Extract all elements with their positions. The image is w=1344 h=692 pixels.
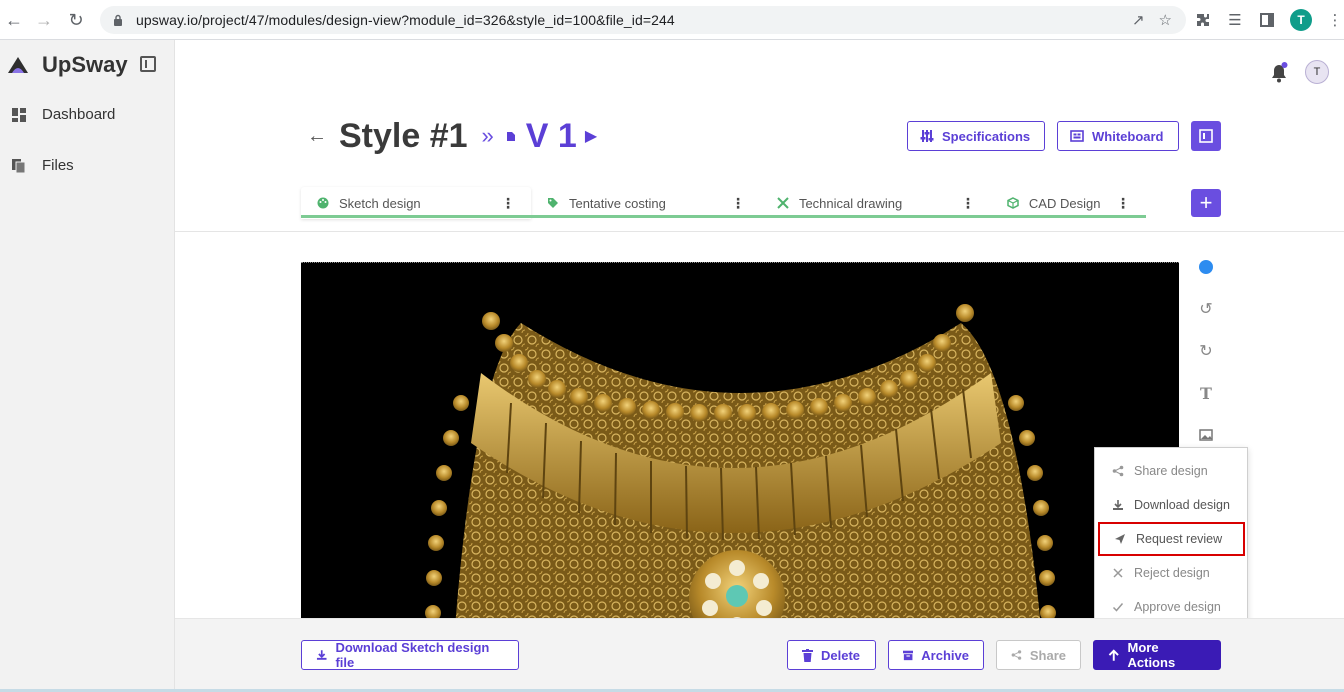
download-sketch-label: Download Sketch design file	[335, 640, 490, 670]
dashboard-icon	[12, 107, 26, 122]
notification-bell-icon[interactable]	[1269, 62, 1289, 84]
tab-label: CAD Design	[1028, 195, 1101, 211]
redo-icon[interactable]: ↻	[1197, 342, 1215, 360]
archive-label: Archive	[921, 647, 969, 663]
sidebar-item-dashboard[interactable]: Dashboard	[12, 106, 115, 123]
text-tool-icon[interactable]: T	[1197, 384, 1215, 403]
share-label: Share	[1029, 647, 1066, 663]
menu-item-label: Download design	[1134, 498, 1230, 512]
upsway-logo-icon	[8, 57, 28, 73]
lock-icon	[110, 12, 126, 28]
share-page-icon[interactable]: ↗	[1132, 11, 1145, 29]
media-queue-icon[interactable]: ☰	[1226, 11, 1244, 29]
whiteboard-icon	[1070, 130, 1084, 142]
bookmark-star-icon[interactable]: ☆	[1159, 11, 1172, 29]
tab-kebab-icon[interactable]: ⋮	[961, 195, 975, 211]
tab-label: Technical drawing	[798, 195, 903, 211]
panel-icon	[1199, 129, 1213, 143]
color-picker-icon[interactable]	[1197, 258, 1215, 276]
archive-button[interactable]: Archive	[888, 640, 984, 670]
collapse-sidebar-icon[interactable]	[140, 56, 156, 72]
menu-item-label: Share design	[1134, 464, 1208, 478]
menu-item-request-review[interactable]: Request review	[1098, 522, 1245, 556]
sidebar-item-label: Files	[42, 157, 74, 174]
version-title[interactable]: V 1	[526, 117, 577, 156]
necklace-image	[301, 263, 1179, 618]
x-icon	[1111, 567, 1124, 580]
whiteboard-label: Whiteboard	[1092, 128, 1164, 144]
sidebar-item-files[interactable]: Files	[12, 157, 74, 174]
archive-icon	[903, 650, 914, 661]
sliders-icon	[920, 130, 934, 142]
cube-icon	[1007, 197, 1019, 209]
delete-label: Delete	[821, 647, 861, 663]
breadcrumb: ← Style #1 » V 1 ▶	[307, 116, 597, 156]
more-actions-label: More Actions	[1127, 640, 1176, 670]
back-arrow-icon[interactable]: ←	[307, 125, 327, 148]
menu-item-label: Reject design	[1134, 566, 1210, 580]
undo-icon[interactable]: ↺	[1197, 300, 1215, 318]
menu-item-label: Request review	[1136, 532, 1223, 546]
download-icon	[316, 650, 327, 660]
tab-kebab-icon[interactable]: ⋮	[1116, 195, 1130, 211]
more-actions-menu: Share design Download design Request rev…	[1094, 447, 1248, 631]
divider	[175, 231, 1344, 232]
palette-icon	[317, 197, 329, 209]
back-icon[interactable]: ←	[0, 6, 28, 34]
specifications-label: Specifications	[942, 128, 1031, 144]
browser-menu-icon[interactable]: ⋮	[1326, 11, 1344, 29]
address-bar[interactable]: upsway.io/project/47/modules/design-view…	[100, 6, 1186, 34]
add-tab-button[interactable]: +	[1191, 189, 1221, 217]
color-dot	[1199, 260, 1213, 274]
drafting-icon	[777, 197, 789, 209]
design-canvas[interactable]	[301, 262, 1179, 618]
tab-kebab-icon[interactable]: ⋮	[501, 195, 515, 211]
sidebar-item-label: Dashboard	[42, 106, 116, 123]
main-content: T ← Style #1 » V 1 ▶ Specifications Whit…	[175, 40, 1344, 692]
url-text: upsway.io/project/47/modules/design-view…	[136, 12, 675, 28]
app-logo[interactable]: UpSway	[6, 52, 128, 78]
tab-underline	[301, 215, 1146, 218]
tab-kebab-icon[interactable]: ⋮	[731, 195, 745, 211]
tab-label: Sketch design	[339, 195, 421, 211]
whiteboard-button[interactable]: Whiteboard	[1057, 121, 1179, 151]
tab-label: Tentative costing	[568, 195, 666, 211]
more-actions-button[interactable]: More Actions	[1093, 640, 1221, 670]
version-file-icon	[506, 132, 515, 141]
sidebar: UpSway Dashboard Files	[0, 40, 175, 692]
page-title: Style #1	[339, 116, 468, 155]
check-icon	[1111, 601, 1124, 614]
caret-right-icon[interactable]: ▶	[585, 126, 597, 146]
toggle-panel-button[interactable]	[1191, 121, 1221, 151]
browser-profile-avatar[interactable]: T	[1290, 9, 1312, 31]
extensions-icon[interactable]	[1194, 11, 1212, 29]
menu-item-download-design[interactable]: Download design	[1095, 488, 1249, 522]
plus-icon: +	[1199, 190, 1213, 215]
reload-icon[interactable]: ↻	[62, 6, 90, 34]
menu-item-reject-design[interactable]: Reject design	[1095, 556, 1249, 590]
tag-icon	[547, 198, 558, 208]
send-icon	[1113, 533, 1126, 546]
image-tool-icon[interactable]	[1197, 426, 1215, 444]
double-chevron-icon: »	[481, 123, 494, 148]
share-button[interactable]: Share	[996, 640, 1081, 670]
share-icon	[1011, 650, 1022, 660]
user-avatar[interactable]: T	[1305, 60, 1329, 84]
bottom-action-bar: Download Sketch design file Delete Archi…	[175, 618, 1344, 692]
share-icon	[1111, 465, 1124, 478]
download-sketch-button[interactable]: Download Sketch design file	[301, 640, 519, 670]
side-panel-icon[interactable]	[1258, 11, 1276, 29]
specifications-button[interactable]: Specifications	[907, 121, 1045, 151]
arrow-up-icon	[1108, 648, 1119, 661]
app-name: UpSway	[42, 52, 128, 77]
files-icon	[12, 158, 26, 173]
trash-icon	[802, 648, 813, 662]
browser-toolbar: ← → ↻ upsway.io/project/47/modules/desig…	[0, 0, 1344, 40]
forward-icon[interactable]: →	[30, 6, 58, 34]
download-icon	[1111, 499, 1124, 512]
delete-button[interactable]: Delete	[787, 640, 876, 670]
menu-item-label: Approve design	[1134, 600, 1221, 614]
menu-item-share-design[interactable]: Share design	[1095, 454, 1249, 488]
